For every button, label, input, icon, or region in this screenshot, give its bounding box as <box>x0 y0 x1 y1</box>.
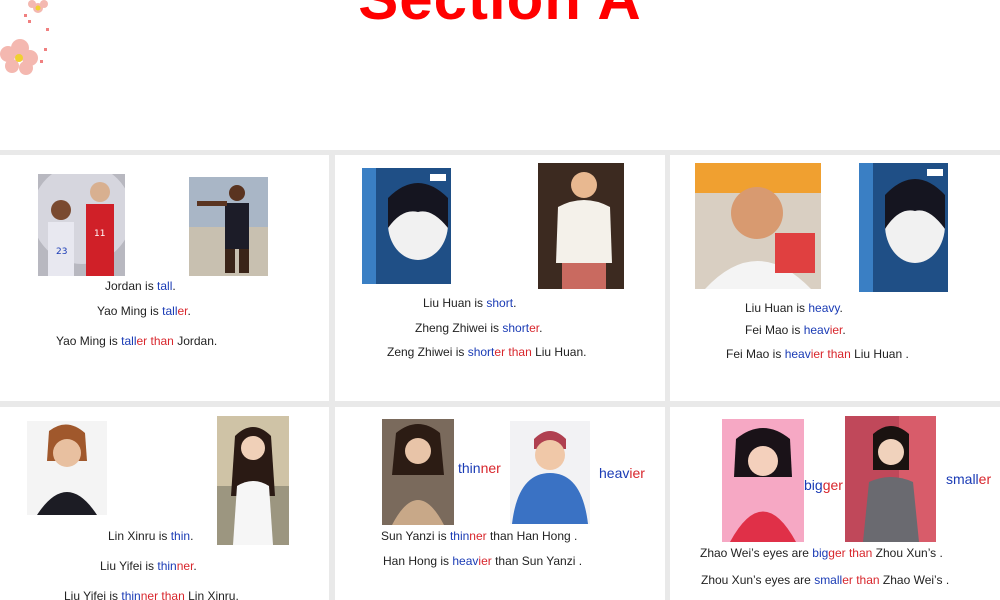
photo-zhou-xun <box>845 416 936 542</box>
panel-tall: 23 11 Jordan is tall. Yao Ming is taller… <box>0 155 329 401</box>
sentence-zheng-shorter: Zheng Zhiwei is shorter. <box>415 321 543 335</box>
svg-text:11: 11 <box>94 229 105 239</box>
photo-yao-ming-and-jordan: 23 11 <box>38 174 125 276</box>
sentence-fei-mao-heavier: Fei Mao is heavier. <box>745 323 846 337</box>
photo-zhao-wei <box>722 419 804 542</box>
panel-thin: Lin Xinru is thin. Liu Yifei is thinner.… <box>0 407 329 600</box>
sentence-zeng-shorter-than-liu: Zeng Zhiwei is shorter than Liu Huan. <box>387 345 587 359</box>
sentence-lin-xinru-thin: Lin Xinru is thin. <box>108 529 194 543</box>
photo-fei-mao <box>695 163 821 289</box>
photo-liu-huan-album <box>859 163 948 292</box>
photo-liu-yifei <box>217 416 289 545</box>
label-heavier: heavier <box>599 465 645 481</box>
sentence-han-heavier-than-sun: Han Hong is heavier than Sun Yanzi . <box>383 554 583 568</box>
sentence-fei-mao-heavier-than-liu: Fei Mao is heavier than Liu Huan . <box>726 347 909 361</box>
photo-lin-xinru <box>27 421 107 515</box>
sentence-jordan-tall: Jordan is tall. <box>105 279 176 293</box>
photo-jordan-court <box>189 177 268 276</box>
sentence-liu-yifei-thinner-than-lin: Liu Yifei is thinner than Lin Xinru. <box>64 589 239 600</box>
flower-decoration-icon <box>0 0 49 75</box>
photo-liu-huan-album <box>362 168 451 284</box>
label-bigger: bigger <box>804 477 843 493</box>
header-banner: Section A <box>0 0 1000 150</box>
panel-bigger-smaller: bigger smaller Zhao Wei’s eyes are bigge… <box>670 407 1000 600</box>
sentence-liu-yifei-thinner: Liu Yifei is thinner. <box>100 559 197 573</box>
panel-heavy: Liu Huan is heavy. Fei Mao is heavier. F… <box>670 155 1000 401</box>
label-smaller: smaller <box>946 471 992 487</box>
photo-sun-yanzi <box>382 419 454 525</box>
sentence-yao-taller-than-jordan: Yao Ming is taller than Jordan. <box>56 334 218 348</box>
panel-thinner-heavier: thinner heavier Sun Yanzi is thinner tha… <box>335 407 665 600</box>
sentence-yao-taller: Yao Ming is taller. <box>97 304 191 318</box>
svg-text:23: 23 <box>56 247 67 257</box>
page-title: Section A <box>0 0 1000 33</box>
sentence-zhou-xun-eyes-smaller: Zhou Xun’s eyes are smaller than Zhao We… <box>701 573 950 587</box>
photo-zheng-zhiwei <box>538 163 624 289</box>
panel-short: Liu Huan is short. Zheng Zhiwei is short… <box>335 155 665 401</box>
sentence-liu-huan-heavy: Liu Huan is heavy. <box>745 301 843 315</box>
sentence-sun-thinner-than-han: Sun Yanzi is thinner than Han Hong . <box>381 529 578 543</box>
sentence-zhao-wei-eyes-bigger: Zhao Wei’s eyes are bigger than Zhou Xun… <box>700 546 943 560</box>
sentence-liu-huan-short: Liu Huan is short. <box>423 296 517 310</box>
photo-han-hong <box>510 421 590 524</box>
label-thinner: thinner <box>458 460 501 476</box>
